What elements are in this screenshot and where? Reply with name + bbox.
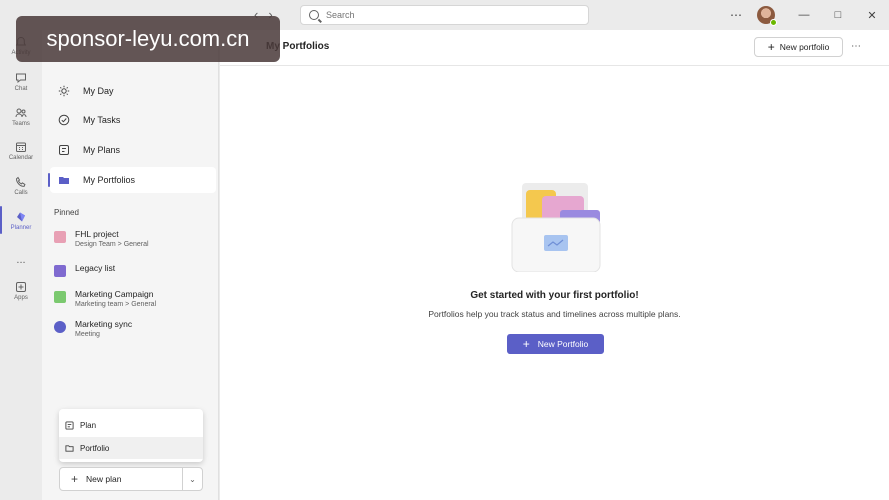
rail-item-calendar[interactable]: Calendar <box>0 141 42 161</box>
button-label: New portfolio <box>779 42 830 52</box>
rail-label: Calls <box>14 190 28 196</box>
search-box[interactable] <box>300 5 589 25</box>
chat-icon <box>16 73 26 84</box>
main-content: My Portfolios + New portfolio ⋯ Get star… <box>220 30 889 500</box>
nav-label: My Tasks <box>83 115 121 125</box>
more-options-icon[interactable]: ⋯ <box>851 41 862 52</box>
nav-label: My Plans <box>83 145 121 155</box>
nav-label: My Portfolios <box>83 175 136 185</box>
nav-item-my-portfolios[interactable]: My Portfolios <box>48 167 216 193</box>
search-input[interactable] <box>326 10 566 20</box>
rail-label: Teams <box>12 121 30 127</box>
rail-label: Apps <box>14 295 28 301</box>
pinned-item-legacy-list[interactable]: Legacy list <box>54 263 214 277</box>
maximize-icon[interactable]: □ <box>821 9 855 21</box>
folder-icon <box>65 444 74 452</box>
plan-icon <box>54 231 66 243</box>
menu-item-label: Portfolio <box>80 443 110 453</box>
menu-item-plan[interactable]: Plan <box>59 414 203 436</box>
new-portfolio-header-button[interactable]: + New portfolio <box>754 37 843 57</box>
portfolio-icon <box>59 177 69 184</box>
rail-item-chat[interactable]: Chat <box>0 72 42 92</box>
nav-item-my-day[interactable]: My Day <box>50 78 216 104</box>
rail-item-apps[interactable]: Apps <box>0 281 42 301</box>
list-icon <box>54 265 66 277</box>
rail-item-calls[interactable]: Calls <box>0 176 42 196</box>
new-portfolio-button[interactable]: + New Portfolio <box>507 334 604 354</box>
pinned-title: Legacy list <box>75 263 116 273</box>
pinned-header: Pinned <box>54 208 79 217</box>
new-plan-button[interactable]: + New plan ⌄ <box>59 467 203 491</box>
presence-badge <box>770 19 777 26</box>
menu-item-portfolio[interactable]: Portfolio <box>59 437 203 459</box>
rail-item-teams[interactable]: Teams <box>0 107 42 127</box>
plus-icon: + <box>522 337 530 351</box>
new-plan-label: New plan <box>86 474 122 484</box>
watermark: sponsor-leyu.com.cn <box>16 16 280 62</box>
nav-label: My Day <box>83 86 114 96</box>
rail-more[interactable]: ... <box>0 252 42 266</box>
plus-icon: + <box>71 472 79 486</box>
rail-label: Calendar <box>8 155 34 161</box>
button-label: New Portfolio <box>537 339 589 349</box>
planner-icon <box>17 212 25 222</box>
phone-icon <box>15 176 26 187</box>
pinned-title: Marketing sync <box>75 319 133 329</box>
search-icon <box>309 10 319 20</box>
pinned-title: Marketing Campaign <box>75 289 154 299</box>
plan-icon <box>54 291 66 303</box>
close-icon[interactable]: ✕ <box>855 9 889 22</box>
apps-icon <box>16 282 26 292</box>
pinned-subtitle: Marketing team > General <box>75 301 157 308</box>
avatar[interactable] <box>757 6 777 26</box>
nav-item-my-plans[interactable]: My Plans <box>50 137 216 163</box>
plan-icon <box>65 420 74 430</box>
sun-icon <box>58 85 70 97</box>
pinned-subtitle: Design Team > General <box>75 241 149 248</box>
pinned-item-marketing-campaign[interactable]: Marketing Campaign Marketing team > Gene… <box>54 289 214 310</box>
rail-item-planner[interactable]: Planner <box>0 211 42 231</box>
rail-label: Planner <box>10 225 32 231</box>
empty-state-title: Get started with your first portfolio! <box>470 290 639 301</box>
more-options-icon[interactable]: ⋯ <box>730 8 743 22</box>
empty-state-subtitle: Portfolios help you track status and tim… <box>428 309 681 319</box>
teams-icon <box>15 108 27 118</box>
pinned-subtitle: Meeting <box>75 331 100 338</box>
task-icon <box>58 114 70 126</box>
nav-item-my-tasks[interactable]: My Tasks <box>50 107 216 133</box>
pinned-item-marketing-sync[interactable]: Marketing sync Meeting <box>54 319 214 340</box>
more-apps-icon: ... <box>16 254 26 266</box>
page-header: My Portfolios + New portfolio ⋯ <box>220 30 889 66</box>
create-menu: Plan Portfolio <box>59 409 203 462</box>
minimize-icon[interactable]: — <box>787 9 821 21</box>
calendar-icon <box>16 142 26 152</box>
pinned-item-fhl-project[interactable]: FHL project Design Team > General <box>54 229 214 250</box>
empty-state-illustration <box>511 183 601 272</box>
plus-icon: + <box>767 40 775 54</box>
menu-item-label: Plan <box>80 420 97 430</box>
chevron-down-icon[interactable]: ⌄ <box>182 468 202 490</box>
app-rail: Activity Chat Teams Calendar Calls Plann… <box>0 30 42 500</box>
plans-icon <box>59 145 69 155</box>
meeting-icon <box>54 321 66 333</box>
pinned-title: FHL project <box>75 229 119 239</box>
rail-label: Chat <box>14 86 28 92</box>
title-bar-controls: ⋯ — □ ✕ <box>730 0 889 30</box>
